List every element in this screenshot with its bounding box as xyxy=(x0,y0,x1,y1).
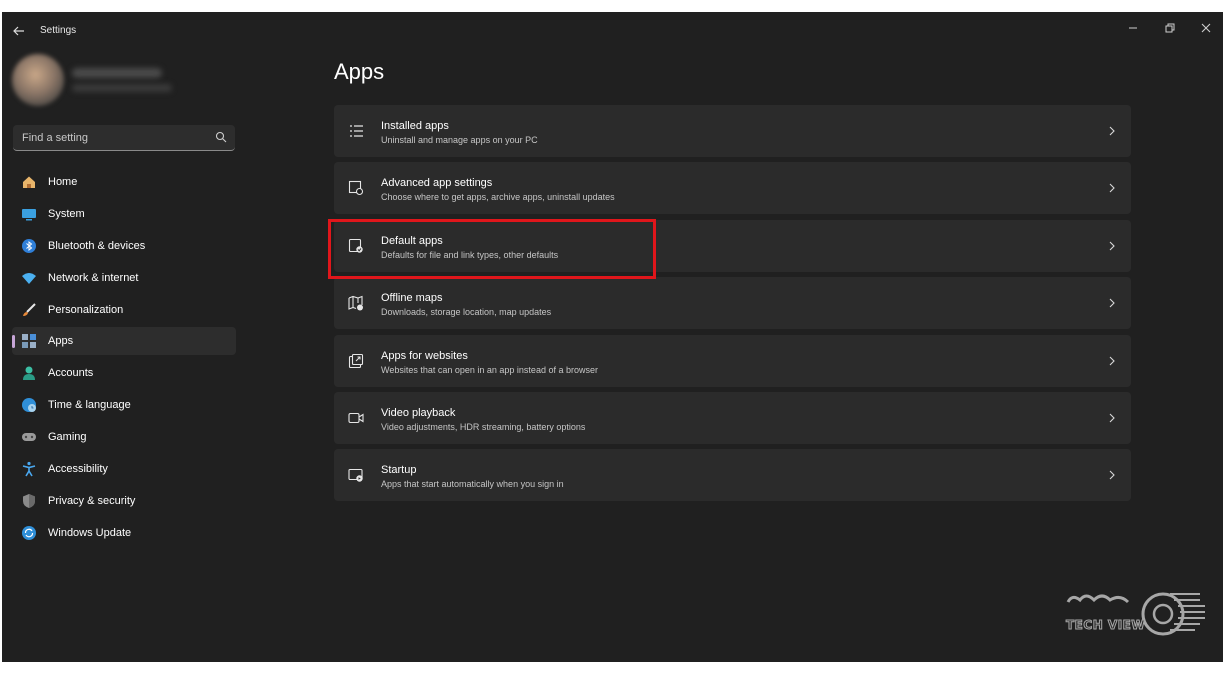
chevron-right-icon xyxy=(1109,126,1115,136)
profile-email-blurred xyxy=(72,84,172,92)
card-title: Advanced app settings xyxy=(381,177,493,190)
default-apps-icon xyxy=(348,238,363,253)
sidebar-item-home[interactable]: Home xyxy=(12,168,236,196)
sidebar-item-label: Apps xyxy=(48,335,74,348)
offline-maps-icon xyxy=(348,295,363,311)
sidebar-item-label: System xyxy=(48,207,85,220)
card-subtitle: Choose where to get apps, archive apps, … xyxy=(381,192,615,203)
startup-icon xyxy=(348,469,363,483)
sidebar-item-label: Privacy & security xyxy=(48,494,136,507)
chevron-right-icon xyxy=(1109,184,1115,193)
restore-button[interactable] xyxy=(1159,18,1181,38)
card-apps-for-websites[interactable]: Apps for websites Websites that can open… xyxy=(334,334,1131,387)
title-bar: Settings xyxy=(2,12,1223,50)
card-title: Offline maps xyxy=(381,292,443,305)
apps-settings-list: Installed apps Uninstall and manage apps… xyxy=(334,105,1131,507)
sidebar-item-label: Windows Update xyxy=(48,526,132,539)
accessibility-icon xyxy=(22,461,36,477)
sidebar-item-label: Home xyxy=(48,176,78,188)
tech-view-logo-icon xyxy=(1066,592,1205,636)
sidebar-item-label: Bluetooth & devices xyxy=(48,239,146,252)
sidebar-item-apps[interactable]: Apps xyxy=(12,327,236,356)
sidebar-item-label: Accessibility xyxy=(48,463,108,476)
card-title: Video playback xyxy=(381,406,456,419)
chevron-right-icon xyxy=(1109,298,1115,308)
bluetooth-icon xyxy=(22,238,36,253)
sidebar-item-time-language[interactable]: Time & language xyxy=(12,391,236,419)
chevron-right-icon xyxy=(1109,470,1115,480)
card-offline-maps[interactable]: Offline maps Downloads, storage location… xyxy=(334,277,1131,330)
wifi-icon xyxy=(22,272,36,284)
card-advanced-app-settings[interactable]: Advanced app settings Choose where to ge… xyxy=(334,162,1131,215)
card-subtitle: Apps that start automatically when you s… xyxy=(381,479,564,490)
card-default-apps[interactable]: Default apps Defaults for file and link … xyxy=(334,219,1131,272)
sidebar-item-label: Gaming xyxy=(48,431,87,444)
sidebar-item-label: Network & internet xyxy=(48,271,139,284)
sidebar-item-privacy-security[interactable]: Privacy & security xyxy=(12,487,236,515)
search-input[interactable] xyxy=(13,125,214,151)
globe-icon xyxy=(22,398,36,413)
search-icon[interactable] xyxy=(215,131,227,143)
accounts-icon xyxy=(23,366,35,381)
watermark-text: TECH VIEW xyxy=(1065,618,1146,633)
video-playback-icon xyxy=(348,412,364,424)
avatar xyxy=(12,54,64,106)
chevron-right-icon xyxy=(1109,241,1115,251)
card-startup[interactable]: Startup Apps that start automatically wh… xyxy=(334,449,1131,502)
chevron-right-icon xyxy=(1109,413,1115,423)
minimize-icon xyxy=(1129,27,1137,29)
sidebar-item-gaming[interactable]: Gaming xyxy=(12,423,236,451)
installed-apps-icon xyxy=(350,125,363,137)
user-profile[interactable] xyxy=(12,54,182,114)
close-button[interactable] xyxy=(1195,18,1217,38)
back-button[interactable] xyxy=(10,22,28,40)
card-subtitle: Uninstall and manage apps on your PC xyxy=(381,135,538,145)
app-title: Settings xyxy=(40,25,77,36)
sidebar-nav: Home System Bluetooth & devices Network … xyxy=(12,168,236,551)
sidebar-item-label: Personalization xyxy=(48,303,124,316)
profile-name-blurred xyxy=(72,68,162,78)
close-icon xyxy=(1201,23,1211,33)
advanced-app-settings-icon xyxy=(348,181,364,196)
sidebar-item-system[interactable]: System xyxy=(12,200,236,228)
tech-view-watermark: TECH VIEW xyxy=(1060,582,1210,652)
sidebar-item-personalization[interactable]: Personalization xyxy=(12,296,236,324)
home-icon xyxy=(23,176,35,188)
page-title: Apps xyxy=(334,59,385,84)
card-title: Apps for websites xyxy=(381,349,468,362)
card-installed-apps[interactable]: Installed apps Uninstall and manage apps… xyxy=(334,105,1131,157)
apps-icon xyxy=(22,334,36,349)
gamepad-icon xyxy=(22,433,36,442)
system-icon xyxy=(22,208,36,221)
sidebar-item-bluetooth[interactable]: Bluetooth & devices xyxy=(12,232,236,260)
card-video-playback[interactable]: Video playback Video adjustments, HDR st… xyxy=(334,391,1131,444)
sidebar-item-label: Time & language xyxy=(48,399,131,412)
card-title: Startup xyxy=(381,464,417,477)
card-subtitle: Video adjustments, HDR streaming, batter… xyxy=(381,421,586,432)
apps-for-websites-icon xyxy=(348,353,364,368)
sidebar-item-accounts[interactable]: Accounts xyxy=(12,359,236,387)
sidebar-item-label: Accounts xyxy=(48,367,94,380)
card-title: Default apps xyxy=(381,234,443,247)
chevron-right-icon xyxy=(1109,356,1115,365)
shield-icon xyxy=(23,493,35,508)
search-box xyxy=(13,125,235,151)
card-subtitle: Defaults for file and link types, other … xyxy=(381,249,559,260)
card-subtitle: Websites that can open in an app instead… xyxy=(381,364,598,375)
sidebar-item-accessibility[interactable]: Accessibility xyxy=(12,455,236,483)
minimize-button[interactable] xyxy=(1122,18,1144,38)
update-icon xyxy=(22,525,36,540)
sidebar-item-windows-update[interactable]: Windows Update xyxy=(12,519,236,547)
restore-icon xyxy=(1165,23,1175,33)
back-arrow-icon xyxy=(13,26,24,36)
card-subtitle: Downloads, storage location, map updates xyxy=(381,307,552,318)
sidebar-item-network[interactable]: Network & internet xyxy=(12,264,236,292)
settings-window: Settings Home xyxy=(2,12,1223,662)
brush-icon xyxy=(23,302,36,316)
card-title: Installed apps xyxy=(381,120,449,132)
